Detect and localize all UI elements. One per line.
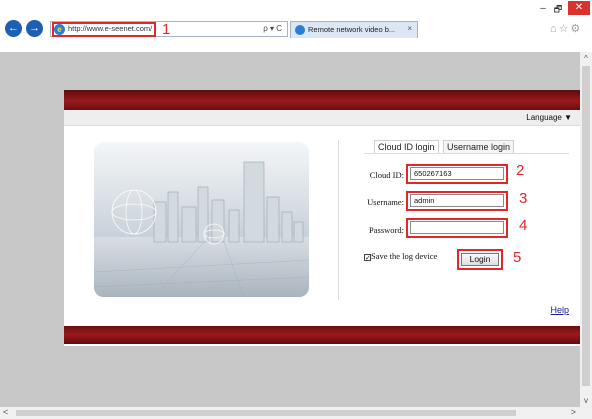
save-device-label: Save the log device xyxy=(371,251,438,261)
username-label: Username: xyxy=(367,197,404,207)
close-window-button[interactable]: ✕ xyxy=(568,1,590,15)
callout-3: 3 xyxy=(519,190,528,207)
horizontal-scrollbar[interactable]: < > xyxy=(0,407,592,419)
callout-5: 5 xyxy=(513,249,522,266)
tab-username-login[interactable]: Username login xyxy=(443,140,515,153)
city-hero-image xyxy=(94,142,309,297)
tab-favicon-icon xyxy=(295,25,305,35)
tab-close-icon[interactable]: × xyxy=(407,24,412,33)
password-label: Password: xyxy=(369,225,404,235)
checkbox-checked-icon[interactable]: ✓ xyxy=(364,254,371,262)
city-illustration xyxy=(94,161,309,297)
help-link[interactable]: Help xyxy=(550,305,569,315)
save-device-checkbox[interactable]: ✓Save the log device xyxy=(364,251,438,262)
bottom-banner xyxy=(64,326,580,344)
horizontal-scroll-thumb[interactable] xyxy=(16,410,516,416)
username-input[interactable]: admin xyxy=(410,194,504,207)
vertical-scrollbar[interactable]: ^ v xyxy=(580,52,592,407)
url-highlight-box xyxy=(52,22,156,37)
login-tabs: Cloud ID login Username login xyxy=(364,140,569,154)
home-favorites-settings-icons[interactable]: ⌂☆⚙ xyxy=(550,22,582,35)
vertical-divider xyxy=(338,140,339,300)
top-banner xyxy=(64,90,580,110)
vertical-scroll-thumb[interactable] xyxy=(582,66,590,386)
callout-1: 1 xyxy=(162,21,171,38)
password-input[interactable] xyxy=(410,221,504,234)
tab-title: Remote network video b... xyxy=(308,25,396,34)
cloud-id-input[interactable]: 650267163 xyxy=(410,167,504,180)
scroll-left-icon[interactable]: < xyxy=(3,407,8,417)
cloud-id-label: Cloud ID: xyxy=(369,170,404,180)
language-dropdown[interactable]: Language ▼ xyxy=(526,113,572,122)
tab-cloud-id-login[interactable]: Cloud ID login xyxy=(374,140,439,153)
callout-4: 4 xyxy=(519,217,528,234)
forward-button[interactable]: → xyxy=(26,20,43,37)
scroll-down-icon[interactable]: v xyxy=(580,396,592,405)
browser-chrome: ← → e http://www.e-seenet.com/ ρ ▾ C 1 R… xyxy=(0,0,592,52)
callout-2: 2 xyxy=(516,162,525,179)
language-bar: Language ▼ xyxy=(64,110,580,126)
back-button[interactable]: ← xyxy=(5,20,22,37)
minimize-button[interactable]: – xyxy=(536,3,550,15)
login-button[interactable]: Login xyxy=(461,253,499,266)
login-page: Language ▼ Cloud ID login Username login… xyxy=(64,90,580,346)
browser-tab[interactable]: Remote network video b... × xyxy=(290,21,418,38)
scroll-right-icon[interactable]: > xyxy=(571,407,576,417)
scroll-up-icon[interactable]: ^ xyxy=(580,54,592,63)
maximize-button[interactable]: 🗗 xyxy=(551,3,565,15)
search-refresh-icons[interactable]: ρ ▾ C xyxy=(263,24,282,33)
